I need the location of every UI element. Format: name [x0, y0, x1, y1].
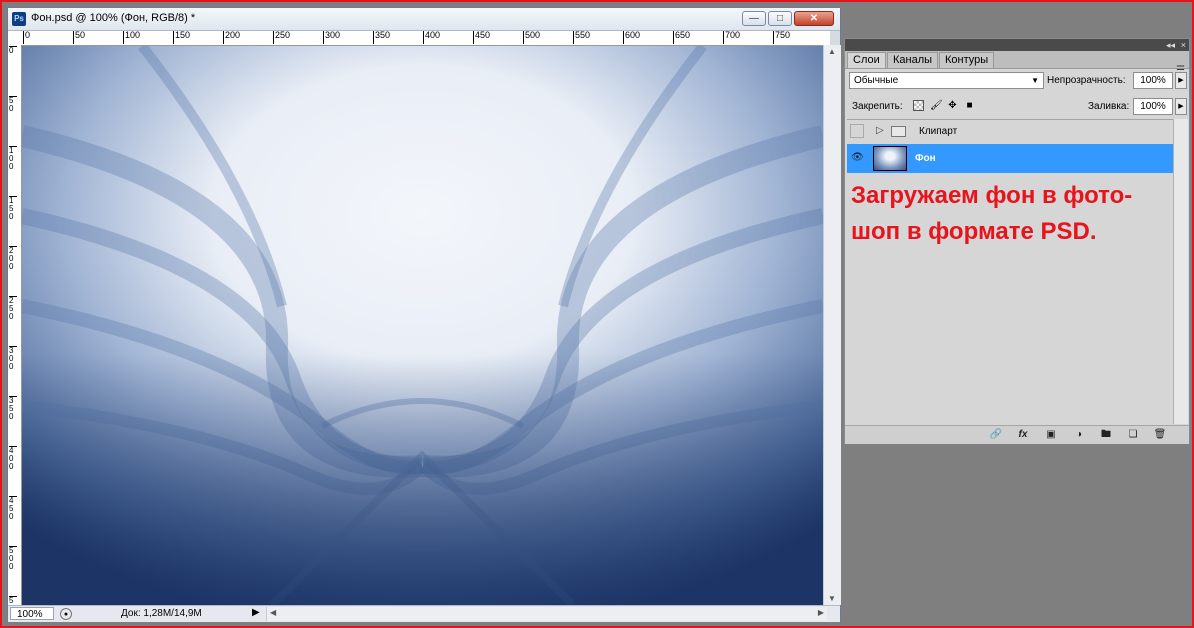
zoom-field[interactable]: 100%	[10, 607, 54, 620]
horizontal-ruler[interactable]: 0 50 100 150 200 250 300 350 400 450 500 550 600 650 7…	[21, 31, 830, 46]
ruler-tick-label: 400	[9, 446, 17, 471]
ruler-tick-label: 650	[673, 31, 690, 44]
lock-all-icon[interactable]: ■	[964, 100, 975, 111]
lock-label: Закрепить:	[852, 101, 903, 112]
photoshop-icon: Ps	[12, 12, 26, 26]
ruler-tick-label: 50	[9, 96, 17, 113]
document-window: Ps Фон.psd @ 100% (Фон, RGB/8) * — □ ✕ 0…	[7, 7, 841, 622]
ruler-tick-label: 450	[473, 31, 490, 44]
folder-icon	[891, 126, 906, 137]
tab-layers[interactable]: Слои	[847, 52, 886, 68]
tab-paths[interactable]: Контуры	[939, 52, 995, 68]
layers-list: ▷ Клипарт 👁 Фон	[847, 119, 1173, 425]
ruler-tick-label: 100	[123, 31, 140, 44]
ruler-tick-label: 200	[223, 31, 240, 44]
adjustment-layer-icon[interactable]: ◑	[1071, 428, 1087, 442]
trash-icon[interactable]: 🗑	[1152, 428, 1168, 442]
ruler-tick-label: 550	[573, 31, 590, 44]
link-layers-icon[interactable]: 🔗	[988, 428, 1004, 442]
ruler-tick-label: 250	[273, 31, 290, 44]
ruler-tick-label: 400	[423, 31, 440, 44]
eye-icon[interactable]: 👁	[851, 153, 864, 163]
blend-mode-value: Обычные	[854, 75, 899, 86]
panel-tabs: Слои Каналы Контуры ☰	[845, 51, 1189, 76]
visibility-toggle[interactable]	[850, 124, 864, 138]
vertical-ruler[interactable]: 050100150200250300350400450500550	[8, 45, 22, 621]
annotation-line-1: Загружаем фон в фото-	[851, 182, 1133, 209]
document-title: Фон.psd @ 100% (Фон, RGB/8) *	[31, 12, 196, 24]
ruler-tick-label: 350	[9, 396, 17, 421]
status-menu-arrow-icon[interactable]: ▶	[252, 607, 260, 618]
document-titlebar[interactable]: Ps Фон.psd @ 100% (Фон, RGB/8) * — □ ✕	[8, 8, 840, 31]
ruler-tick-label: 0	[23, 31, 30, 44]
ruler-tick-label: 450	[9, 496, 17, 521]
ruler-tick-label: 700	[723, 31, 740, 44]
layer-name: Фон	[915, 153, 936, 164]
maximize-button[interactable]: □	[768, 11, 792, 26]
ruler-tick-label: 300	[9, 346, 17, 371]
layer-name: Клипарт	[919, 126, 958, 137]
status-info-icon[interactable]: ●	[60, 608, 72, 620]
ruler-tick-label: 50	[73, 31, 85, 44]
panel-scrollbar[interactable]	[1173, 119, 1188, 424]
opacity-field[interactable]: 100%	[1133, 72, 1173, 89]
ruler-corner[interactable]	[8, 31, 22, 46]
ruler-tick-label: 150	[173, 31, 190, 44]
document-size-info: Док: 1,28M/14,9M	[121, 608, 202, 619]
add-mask-icon[interactable]: ▣	[1043, 428, 1059, 442]
scroll-right-icon[interactable]: ▶	[818, 608, 824, 617]
close-button[interactable]: ✕	[794, 11, 834, 26]
ruler-tick-label: 350	[373, 31, 390, 44]
fill-field[interactable]: 100%	[1133, 98, 1173, 115]
layer-thumbnail	[873, 146, 907, 171]
status-bar: 100% ● Док: 1,28M/14,9M ▶ ◀ ▶	[8, 605, 840, 622]
annotation-text: Загружаем фон в фото- шоп в формате PSD.	[851, 178, 1181, 250]
new-group-folder-icon[interactable]: 🖿	[1098, 428, 1114, 442]
ruler-tick-label: 600	[623, 31, 640, 44]
layer-row-background[interactable]: 👁 Фон	[847, 144, 1173, 173]
ruler-tick-label: 750	[773, 31, 790, 44]
panel-footer: 🔗 fx ▣ ◑ 🖿 ❏ 🗑	[845, 425, 1189, 444]
ruler-tick-label: 150	[9, 196, 17, 221]
ruler-tick-label: 500	[523, 31, 540, 44]
background-artwork	[22, 46, 823, 605]
expand-arrow-icon[interactable]: ▷	[876, 125, 884, 136]
ruler-tick-label: 100	[9, 146, 17, 171]
ruler-tick-label: 300	[323, 31, 340, 44]
vertical-scrollbar[interactable]: ▲ ▼	[823, 45, 841, 605]
new-layer-icon[interactable]: ❏	[1125, 428, 1141, 442]
scroll-left-icon[interactable]: ◀	[270, 608, 276, 617]
lock-position-move-icon[interactable]: ✥	[947, 100, 958, 111]
close-panel-icon[interactable]: ×	[1181, 39, 1186, 51]
scroll-up-icon[interactable]: ▲	[828, 47, 836, 56]
fill-label: Заливка:	[1088, 101, 1130, 112]
opacity-label: Непрозрачность:	[1047, 75, 1126, 86]
lock-pixels-brush-icon[interactable]: 🖌	[930, 100, 943, 111]
lock-transparency-icon[interactable]	[913, 100, 924, 111]
minimize-button[interactable]: —	[742, 11, 766, 26]
tab-channels[interactable]: Каналы	[887, 52, 939, 68]
fill-slider-arrow-icon[interactable]: ▶	[1175, 98, 1187, 115]
ruler-tick-label: 500	[9, 546, 17, 571]
horizontal-scrollbar[interactable]: ◀ ▶	[266, 607, 827, 621]
ruler-tick-label: 0	[9, 46, 17, 55]
chevron-down-icon: ▼	[1031, 76, 1039, 85]
panel-header-bar[interactable]: ◂◂ ×	[845, 39, 1189, 51]
collapse-panel-icon[interactable]: ◂◂	[1166, 39, 1175, 51]
layer-row-group[interactable]: ▷ Клипарт	[847, 120, 1173, 145]
opacity-slider-arrow-icon[interactable]: ▶	[1175, 72, 1187, 89]
ruler-tick-label: 200	[9, 246, 17, 271]
layer-style-fx-icon[interactable]: fx	[1015, 428, 1031, 442]
ruler-tick-label: 250	[9, 296, 17, 321]
scroll-down-icon[interactable]: ▼	[828, 594, 836, 603]
blend-mode-select[interactable]: Обычные ▼	[849, 72, 1044, 89]
image-canvas[interactable]	[22, 46, 823, 605]
annotation-line-2: шоп в формате PSD.	[851, 218, 1097, 245]
